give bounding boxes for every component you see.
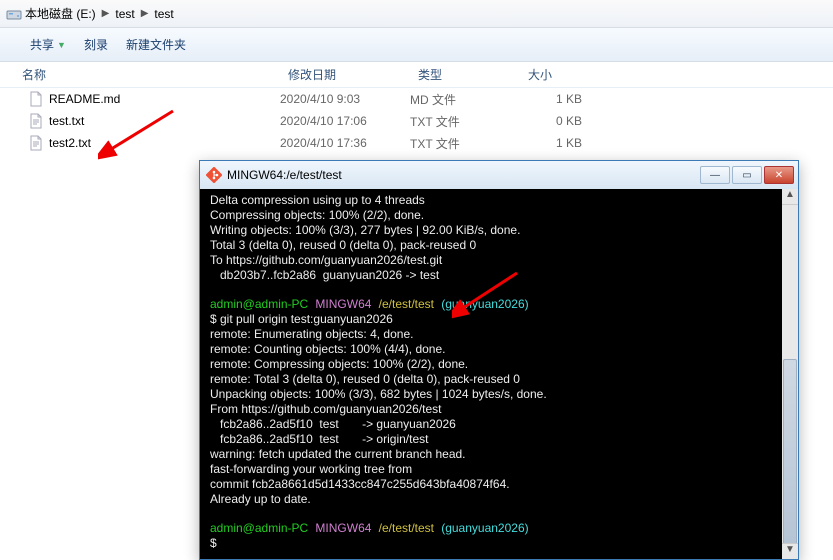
share-label: 共享 (30, 36, 54, 53)
file-icon (28, 91, 44, 107)
chevron-right-icon[interactable]: ▶ (100, 8, 112, 19)
chevron-right-icon[interactable]: ▶ (139, 8, 151, 19)
file-name: test2.txt (49, 136, 91, 150)
breadcrumb-drive[interactable]: 本地磁盘 (E:) (2, 3, 100, 25)
file-name: README.md (49, 92, 120, 106)
terminal-title-text: MINGW64:/e/test/test (227, 168, 342, 182)
close-button[interactable]: ✕ (764, 166, 794, 184)
chevron-down-icon: ▼ (57, 40, 66, 50)
drive-icon (6, 7, 22, 21)
burn-button[interactable]: 刻录 (84, 36, 108, 53)
maximize-button[interactable]: ▭ (732, 166, 762, 184)
breadcrumb-seg1[interactable]: test (111, 3, 138, 25)
git-icon (206, 167, 222, 183)
file-icon (28, 135, 44, 151)
col-date[interactable]: 修改日期 (280, 66, 410, 83)
file-icon (28, 113, 44, 129)
file-row[interactable]: README.md 2020/4/10 9:03 MD 文件 1 KB (0, 88, 833, 110)
file-date: 2020/4/10 9:03 (280, 92, 410, 106)
minimize-button[interactable]: — (700, 166, 730, 184)
file-type: TXT 文件 (410, 135, 520, 152)
file-type: TXT 文件 (410, 113, 520, 130)
file-size: 0 KB (520, 114, 600, 128)
file-row[interactable]: test.txt 2020/4/10 17:06 TXT 文件 0 KB (0, 110, 833, 132)
address-bar[interactable]: 本地磁盘 (E:) ▶ test ▶ test (0, 0, 833, 28)
file-type: MD 文件 (410, 91, 520, 108)
col-type[interactable]: 类型 (410, 66, 520, 83)
scroll-down-icon[interactable]: ▼ (782, 543, 798, 559)
scrollbar[interactable]: ▲ ▼ (782, 189, 798, 559)
terminal-window: MINGW64:/e/test/test — ▭ ✕ Delta compres… (199, 160, 799, 560)
file-date: 2020/4/10 17:06 (280, 114, 410, 128)
file-size: 1 KB (520, 136, 600, 150)
file-date: 2020/4/10 17:36 (280, 136, 410, 150)
file-list: README.md 2020/4/10 9:03 MD 文件 1 KB test… (0, 88, 833, 154)
scroll-up-icon[interactable]: ▲ (782, 189, 798, 205)
file-row[interactable]: test2.txt 2020/4/10 17:36 TXT 文件 1 KB (0, 132, 833, 154)
share-menu[interactable]: 共享 ▼ (30, 36, 66, 53)
terminal-body[interactable]: Delta compression using up to 4 threads … (200, 189, 798, 559)
file-name: test.txt (49, 114, 84, 128)
terminal-titlebar[interactable]: MINGW64:/e/test/test — ▭ ✕ (200, 161, 798, 189)
terminal-output: Delta compression using up to 4 threads … (210, 193, 788, 551)
scrollbar-thumb[interactable] (783, 359, 797, 549)
col-size[interactable]: 大小 (520, 66, 600, 83)
breadcrumb-seg2[interactable]: test (150, 3, 177, 25)
new-folder-button[interactable]: 新建文件夹 (126, 36, 186, 53)
column-headers: 名称 修改日期 类型 大小 (0, 62, 833, 88)
explorer-toolbar: 共享 ▼ 刻录 新建文件夹 (0, 28, 833, 62)
breadcrumb-drive-label: 本地磁盘 (E:) (25, 5, 96, 22)
file-size: 1 KB (520, 92, 600, 106)
col-name[interactable]: 名称 (0, 66, 280, 83)
